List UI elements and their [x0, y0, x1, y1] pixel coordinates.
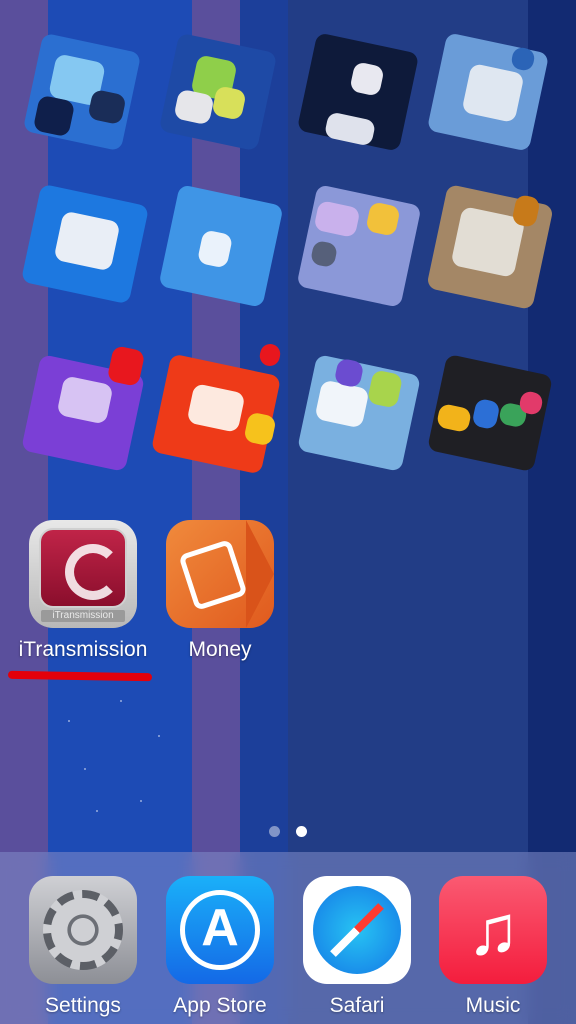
app-icon-blurred[interactable]	[296, 28, 428, 158]
page-dot[interactable]	[268, 826, 280, 837]
app-store-icon: A	[166, 876, 274, 984]
app-icon-blurred[interactable]	[20, 344, 152, 474]
dock-app-app-store[interactable]: A App Store	[155, 876, 285, 1018]
app-icon-blurred[interactable]	[158, 182, 290, 312]
app-icon-blurred[interactable]	[20, 182, 152, 312]
itransmission-icon: iTransmission	[29, 520, 137, 628]
money-icon	[166, 520, 274, 628]
app-icon-blurred[interactable]	[158, 28, 290, 158]
app-icon-blurred[interactable]	[296, 182, 428, 312]
gear-icon	[43, 890, 123, 970]
app-icon-blurred[interactable]	[150, 342, 283, 475]
music-note-icon: ♫	[466, 891, 520, 969]
dock-app-music[interactable]: ♫ Music	[428, 876, 558, 1018]
app-icon-blurred[interactable]	[426, 182, 558, 312]
app-label: Money	[188, 638, 252, 661]
safari-icon	[303, 876, 411, 984]
app-icon-blurred[interactable]	[22, 28, 152, 158]
app-label: App Store	[173, 994, 267, 1017]
settings-icon	[29, 876, 137, 984]
app-money[interactable]: Money	[155, 520, 285, 662]
app-label: Music	[465, 994, 521, 1017]
app-icon-blurred[interactable]	[426, 28, 558, 158]
app-label: iTransmission	[18, 638, 148, 661]
dock-app-safari[interactable]: Safari	[292, 876, 422, 1018]
page-indicator[interactable]	[0, 824, 576, 842]
music-icon: ♫	[439, 876, 547, 984]
app-label: Safari	[329, 994, 385, 1017]
app-icon-blurred[interactable]	[296, 344, 428, 474]
app-itransmission[interactable]: iTransmission iTransmission	[18, 520, 148, 662]
page-dot-current[interactable]	[296, 826, 308, 837]
app-icon-blurred[interactable]	[426, 344, 558, 474]
dock: Settings A App Store Safari ♫ Music	[0, 852, 576, 1024]
dock-app-settings[interactable]: Settings	[18, 876, 148, 1018]
app-label: Settings	[45, 994, 121, 1017]
